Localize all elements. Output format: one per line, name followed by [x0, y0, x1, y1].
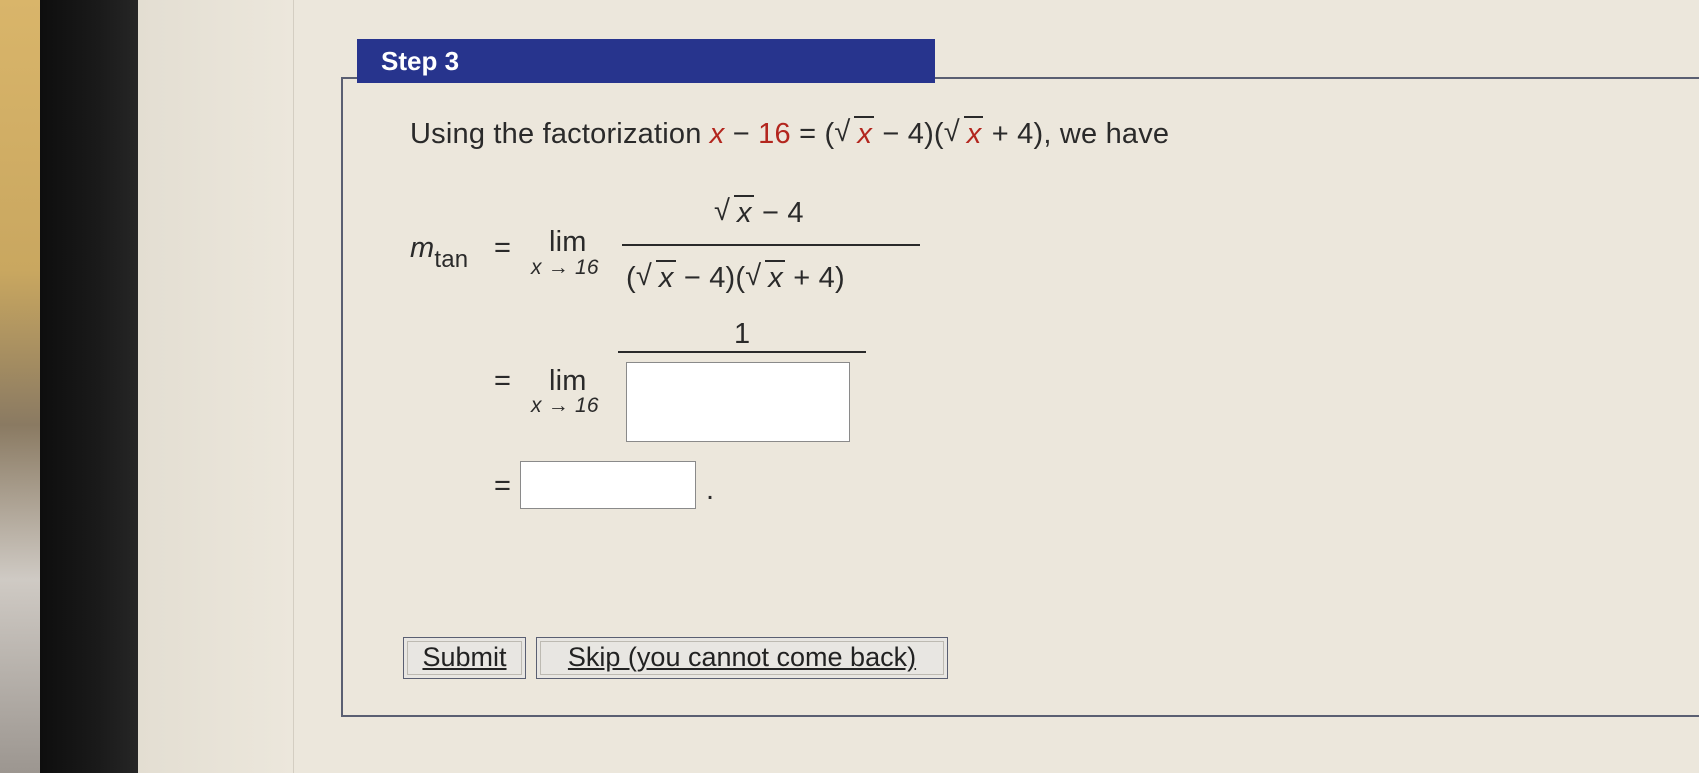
numerator-2: 1	[734, 318, 751, 350]
intro-prefix: Using the factorization	[410, 118, 702, 150]
fraction-line-1	[622, 244, 920, 246]
fraction-line-2	[618, 351, 866, 353]
submit-button[interactable]: Submit	[403, 637, 526, 679]
tan-subscript: tan	[434, 246, 469, 273]
sqrt-x-1: √ x	[834, 116, 875, 150]
denominator-answer-input[interactable]	[626, 362, 850, 442]
page-margin	[138, 0, 294, 773]
step-title: Step 3	[357, 39, 935, 83]
lim-2-subscript: x → 16	[531, 394, 599, 417]
intro-line: Using the factorization x − 16 = (√ x − 4…	[410, 116, 1170, 151]
skip-button[interactable]: Skip (you cannot come back)	[536, 637, 948, 679]
m-symbol: m	[410, 232, 435, 264]
sqrt-x-num: √ x	[714, 195, 754, 229]
sqrt-x-den-1: √ x	[635, 260, 676, 294]
intro-x: x	[709, 118, 725, 150]
equals-2: =	[494, 365, 512, 397]
equals-3: =	[494, 470, 512, 502]
m-tan: mtan	[410, 232, 468, 273]
intro-minus: −	[732, 118, 750, 150]
equals-1: =	[494, 232, 512, 264]
period: .	[706, 474, 715, 506]
intro-minus4: − 4)(	[882, 118, 944, 150]
sqrt-x-2: √ x	[943, 116, 984, 150]
intro-open: (	[824, 118, 835, 150]
monitor-bezel	[40, 0, 138, 773]
sqrt-x-den-2: √ x	[745, 260, 785, 294]
intro-sixteen: 16	[758, 118, 791, 150]
numerator-1: √ x − 4	[714, 195, 804, 229]
intro-plus4: + 4), we have	[991, 118, 1170, 150]
denominator-1: (√ x − 4)(√ x + 4)	[626, 260, 845, 294]
intro-equals: =	[799, 118, 817, 150]
lim-1-subscript: x → 16	[531, 256, 599, 279]
final-answer-input[interactable]	[520, 461, 696, 509]
lim-1: lim	[549, 226, 587, 258]
